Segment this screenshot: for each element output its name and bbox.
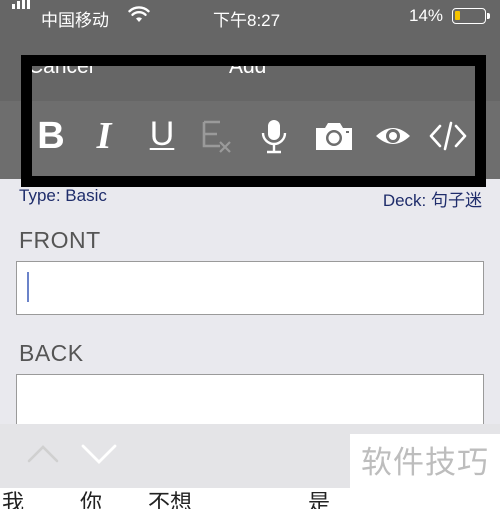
bold-button[interactable]: B xyxy=(29,115,73,157)
suggestion-item[interactable]: 是 xyxy=(308,492,330,509)
battery-icon xyxy=(452,8,490,24)
record-audio-button[interactable] xyxy=(252,115,296,157)
suggestion-item[interactable]: 我 xyxy=(2,492,24,509)
clear-formatting-icon xyxy=(202,120,231,153)
bold-label: B xyxy=(37,115,65,157)
microphone-icon xyxy=(261,120,287,154)
add-image-button[interactable] xyxy=(312,115,356,157)
front-field-input[interactable] xyxy=(16,261,484,315)
wifi-icon xyxy=(128,6,150,22)
watermark: 软件技巧 xyxy=(350,434,500,492)
formatting-toolbar: B I U xyxy=(0,101,500,179)
chevron-up-icon[interactable] xyxy=(26,442,60,464)
back-field-input[interactable] xyxy=(16,374,484,430)
preview-button[interactable] xyxy=(371,115,415,157)
note-type-selector[interactable]: Type: Basic xyxy=(19,186,107,206)
camera-icon xyxy=(316,123,352,150)
front-field-label: FRONT xyxy=(19,227,101,253)
carrier-name: 中国移动 xyxy=(41,11,109,30)
battery-percentage: 14% xyxy=(409,6,444,25)
navigation-bar: Cancel Add xyxy=(0,33,500,101)
underline-button[interactable]: U xyxy=(140,115,184,157)
suggestion-item[interactable]: 你 xyxy=(80,492,102,509)
underline-label: U xyxy=(149,115,175,153)
italic-button[interactable]: I xyxy=(82,115,126,157)
status-bar: 中国移动 下午8:27 14% xyxy=(0,0,500,33)
suggestion-item[interactable]: 不想 xyxy=(148,492,192,509)
eye-icon xyxy=(376,128,410,144)
text-cursor xyxy=(27,272,29,302)
status-time: 下午8:27 xyxy=(213,11,281,30)
clear-formatting-button[interactable] xyxy=(194,115,238,157)
cancel-button[interactable]: Cancel xyxy=(28,55,93,79)
chevron-down-icon[interactable] xyxy=(80,442,118,466)
code-icon xyxy=(429,121,467,151)
italic-label: I xyxy=(96,115,112,157)
battery-level-fill xyxy=(455,11,460,20)
page-title: Add xyxy=(229,55,267,78)
back-field-label: BACK xyxy=(19,340,84,366)
html-editor-button[interactable] xyxy=(426,115,470,157)
deck-selector[interactable]: Deck: 句子迷 xyxy=(383,186,482,211)
